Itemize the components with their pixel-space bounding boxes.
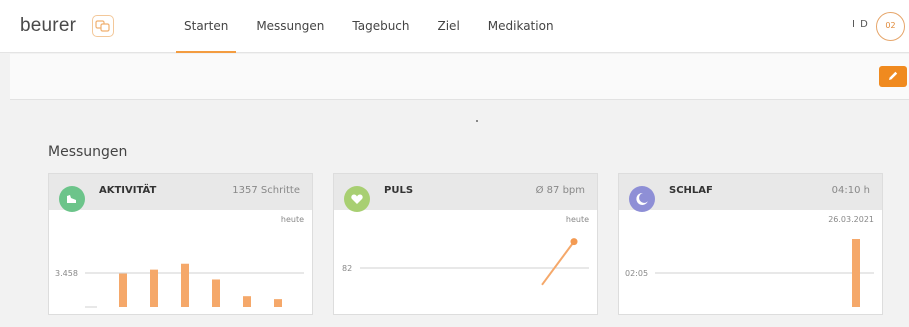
- heart-icon: [344, 186, 370, 212]
- moon-icon: [629, 186, 655, 212]
- pulse-point: [570, 238, 578, 246]
- tab-ziel[interactable]: Ziel: [424, 0, 474, 53]
- beurer-logo[interactable]: beurer: [20, 15, 76, 37]
- pulse-reference-label: 82: [342, 264, 352, 273]
- sleep-card-title: SCHLAF: [669, 185, 713, 196]
- activity-bar: [181, 263, 189, 307]
- tab-starten[interactable]: Starten: [170, 0, 242, 53]
- sleep-reference-label: 02:05: [625, 269, 648, 278]
- loading-dot: [476, 120, 478, 122]
- activity-reference-label: 3.458: [55, 269, 78, 278]
- user-initials: I D: [852, 19, 869, 30]
- tab-messungen[interactable]: Messungen: [242, 0, 338, 53]
- shoe-icon: [59, 186, 85, 212]
- activity-card-date: heute: [280, 215, 304, 224]
- sleep-chart: 02:05: [625, 239, 874, 307]
- avatar[interactable]: 02: [876, 12, 905, 41]
- activity-chart: 3.458: [55, 263, 304, 308]
- sleep-card[interactable]: SCHLAF 04:10 h 26.03.2021 02:05: [618, 173, 883, 315]
- activity-bar: [243, 296, 251, 307]
- section-title: Messungen: [48, 144, 128, 160]
- activity-card-value: 1357 Schritte: [232, 185, 300, 196]
- activity-bar: [274, 299, 282, 307]
- sleep-bar: [852, 239, 860, 307]
- main-nav: Starten Messungen Tagebuch Ziel Medikati…: [170, 0, 568, 53]
- activity-card[interactable]: AKTIVITÄT 1357 Schritte heute 3.458: [48, 173, 313, 315]
- toolbar: [10, 54, 909, 100]
- activity-bar: [212, 279, 220, 307]
- pulse-card-date: heute: [565, 215, 589, 224]
- activity-card-title: AKTIVITÄT: [99, 185, 157, 196]
- edit-button[interactable]: [879, 66, 907, 87]
- pulse-card-value: Ø 87 bpm: [535, 185, 585, 196]
- sleep-card-date: 26.03.2021: [828, 215, 874, 224]
- activity-bar: [150, 269, 158, 307]
- devices-icon[interactable]: [92, 15, 114, 37]
- pulse-series-line: [541, 241, 575, 286]
- pulse-card[interactable]: PULS Ø 87 bpm heute 82: [333, 173, 598, 315]
- tab-medikation[interactable]: Medikation: [474, 0, 568, 53]
- activity-bar: [119, 273, 127, 307]
- pencil-icon: [889, 71, 898, 80]
- app-header: beurer Starten Messungen Tagebuch Ziel M…: [0, 0, 909, 53]
- pulse-chart: 82: [342, 238, 589, 286]
- tab-tagebuch[interactable]: Tagebuch: [338, 0, 423, 53]
- sleep-card-value: 04:10 h: [831, 185, 870, 196]
- pulse-card-title: PULS: [384, 185, 414, 196]
